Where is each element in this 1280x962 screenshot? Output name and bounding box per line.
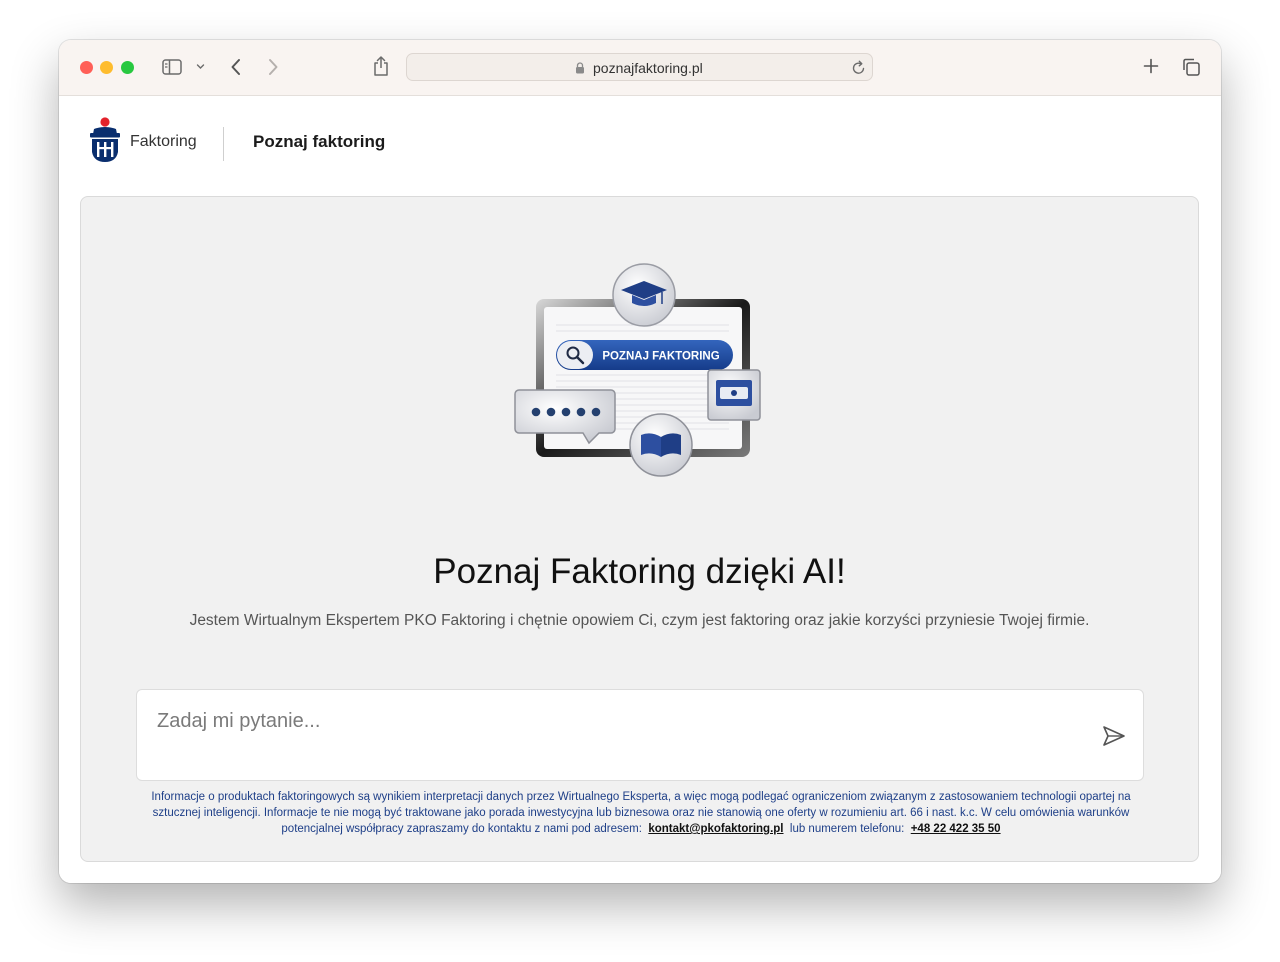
hero-subtitle: Jestem Wirtualnym Ekspertem PKO Faktorin…: [189, 612, 1090, 629]
lock-icon: [576, 62, 584, 74]
hero-title: Poznaj Faktoring dzięki AI!: [433, 552, 846, 591]
main-panel: POZNAJ FAKTORING Poznaj Faktoring dzięki…: [80, 196, 1199, 862]
tab-overview-icon[interactable]: [1181, 57, 1201, 77]
browser-window: poznajfaktoring.pl Faktoring Poznaj fakt…: [59, 40, 1221, 883]
image-badge-text: POZNAJ FAKTORING: [602, 351, 719, 363]
forward-arrow-icon[interactable]: [266, 57, 280, 77]
page-content: Faktoring Poznaj faktoring POZNAJ FAKTOR…: [59, 96, 1221, 883]
browser-toolbar: poznajfaktoring.pl: [59, 40, 1221, 96]
new-tab-icon[interactable]: [1143, 58, 1159, 74]
chevron-down-icon[interactable]: [196, 63, 205, 71]
url-text: poznajfaktoring.pl: [593, 60, 703, 76]
disclaimer-text-middle: lub numerem telefonu:: [789, 823, 905, 835]
minimize-window-button[interactable]: [100, 61, 113, 74]
close-window-button[interactable]: [80, 61, 93, 74]
contact-email-link[interactable]: kontakt@pkofaktoring.pl: [648, 823, 783, 835]
question-input[interactable]: [157, 706, 1057, 736]
disclaimer: Informacje o produktach faktoringowych s…: [141, 789, 1141, 837]
sidebar-icon[interactable]: [162, 58, 182, 76]
contact-phone-link[interactable]: +48 22 422 35 50: [911, 823, 1001, 835]
header-divider: [223, 127, 224, 161]
zoom-window-button[interactable]: [121, 61, 134, 74]
chat-box: [136, 689, 1144, 781]
brand-name: Faktoring: [130, 133, 197, 150]
back-arrow-icon[interactable]: [229, 57, 243, 77]
pko-logo-icon[interactable]: [89, 116, 123, 164]
send-button[interactable]: [1101, 723, 1127, 749]
reload-icon[interactable]: [852, 60, 866, 75]
send-icon: [1103, 726, 1125, 746]
share-icon[interactable]: [372, 55, 390, 77]
hero-illustration: POZNAJ FAKTORING: [514, 263, 761, 477]
nav-link-poznaj-faktoring[interactable]: Poznaj faktoring: [253, 132, 385, 152]
address-bar[interactable]: poznajfaktoring.pl: [406, 53, 873, 81]
